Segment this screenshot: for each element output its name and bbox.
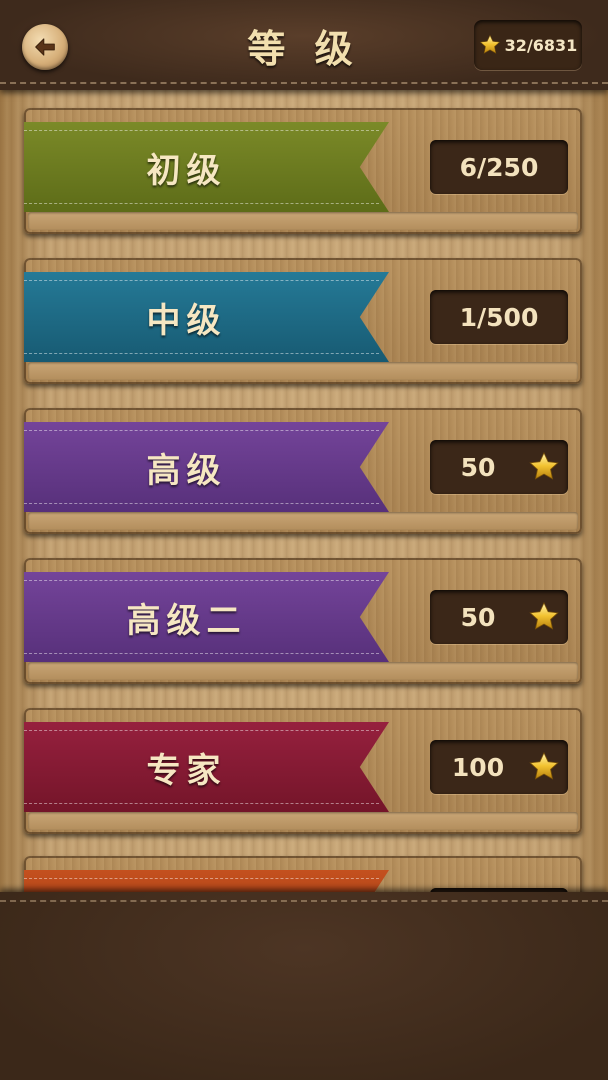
total-stars-badge: 32/6831 [474,20,582,70]
level-card-expert[interactable]: 专家 100 [24,708,582,834]
level-name: 高级二 [126,600,247,641]
level-progress-box: 1/500 [430,290,568,344]
level-name: 中级 [146,300,227,341]
level-list[interactable]: 初级 6/250 中级 1/500 高级 50 高级二 50 专家 100 [0,0,608,982]
total-stars-count: 32/6831 [504,35,578,55]
level-card-advanced[interactable]: 高级 50 [24,408,582,534]
level-card-intermediate[interactable]: 中级 1/500 [24,258,582,384]
unlock-cost-box: 50 [430,440,568,494]
unlock-cost: 50 [460,602,496,632]
level-ribbon: 初级 [24,122,389,212]
level-progress-box: 6/250 [430,140,568,194]
unlock-cost-box: 50 [430,590,568,644]
level-name: 专家 [146,750,227,791]
level-card-advanced-two[interactable]: 高级二 50 [24,558,582,684]
top-bar: 等 级 32/6831 [0,0,608,90]
level-progress: 1/500 [459,302,539,332]
star-icon [529,602,559,630]
unlock-cost-box: 100 [430,740,568,794]
level-card-beginner[interactable]: 初级 6/250 [24,108,582,234]
star-icon [529,752,559,780]
level-ribbon: 中级 [24,272,389,362]
level-name: 初级 [146,150,227,191]
star-icon [529,452,559,480]
unlock-cost: 100 [451,752,505,782]
bottom-panel [0,892,608,1080]
level-name: 高级 [146,450,227,491]
level-ribbon: 专家 [24,722,389,812]
level-ribbon: 高级 [24,422,389,512]
star-icon [479,34,500,54]
unlock-cost: 50 [460,452,496,482]
level-ribbon: 高级二 [24,572,389,662]
level-progress: 6/250 [459,152,539,182]
